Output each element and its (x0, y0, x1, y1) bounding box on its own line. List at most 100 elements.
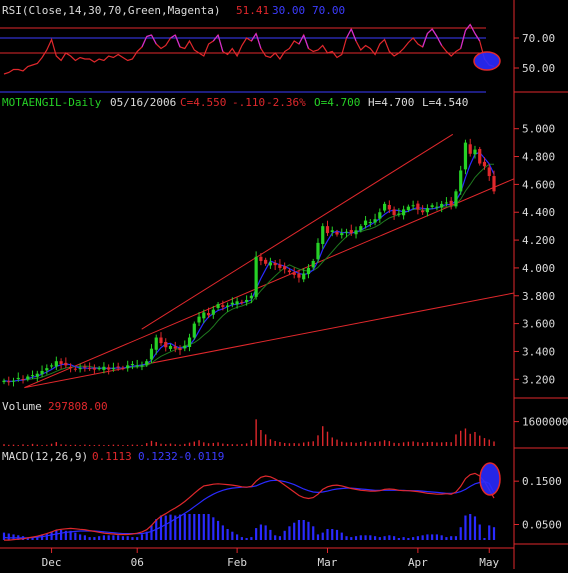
candle-body (7, 381, 11, 383)
candle-body (321, 226, 325, 244)
x-tick-label: May (479, 556, 499, 569)
rsi-overbought-segment (174, 34, 181, 48)
candle-body (249, 295, 253, 299)
candle-body (83, 366, 87, 368)
candle-body (311, 260, 315, 268)
x-tick-label: Feb (227, 556, 247, 569)
candle-body (454, 191, 458, 207)
rsi-overbought-segment (474, 33, 481, 42)
candle-body (478, 149, 482, 164)
candle-body (316, 242, 320, 260)
rsi-line (3, 23, 495, 75)
candle-body (392, 209, 396, 216)
rsi-overbought-segment (298, 34, 305, 45)
rsi-tick-label: 50.00 (522, 62, 555, 75)
candle-body (116, 366, 120, 368)
rsi-overbought-segment (469, 24, 476, 34)
candle-body (235, 301, 239, 305)
candle-body (107, 367, 111, 370)
candle-body (54, 361, 58, 367)
candle-body (468, 144, 472, 154)
candle-body (402, 209, 406, 216)
candle-body (149, 348, 154, 360)
price-tick-label: 5.000 (522, 123, 555, 136)
candle-body (40, 370, 44, 375)
rsi-overbought-segment (250, 33, 257, 42)
candle-body (444, 202, 449, 204)
candle-body (173, 346, 177, 349)
rsi-overbought-segment (217, 34, 224, 52)
candle-body (92, 368, 96, 370)
volume-tick-label: 1600000 (522, 416, 568, 429)
price-low: L=4.540 (422, 96, 468, 109)
rsi-overbought-segment (460, 30, 467, 49)
price-change: -.110 (232, 96, 265, 109)
volume-label: Volume (2, 400, 42, 413)
candle-body (35, 373, 39, 377)
candle-body (187, 337, 192, 347)
rsi-overbought-segment (350, 28, 357, 42)
candle-body (354, 230, 358, 235)
candle-body (482, 161, 487, 167)
candle-body (449, 200, 453, 206)
candle-body (192, 323, 196, 338)
candle-body (487, 167, 491, 177)
rsi-label: RSI(Close,14,30,70,Green,Magenta) (2, 4, 221, 17)
rsi-overbought-segment (150, 34, 157, 45)
candle-body (416, 203, 420, 210)
candle-body (264, 259, 268, 264)
rsi-overbought-level: 70.00 (312, 4, 345, 17)
candle-body (216, 304, 220, 309)
price-high: H=4.700 (368, 96, 414, 109)
candle-body (344, 231, 349, 233)
candle-body (154, 337, 158, 350)
macd-value: 0.1113 (92, 450, 132, 463)
price-change-pct: -2.36% (266, 96, 306, 109)
candle-body (88, 367, 92, 369)
candle-body (16, 377, 20, 380)
candle-body (335, 232, 339, 235)
candle-body (11, 380, 16, 382)
candle-body (140, 365, 144, 367)
rsi-value: 51.41 (236, 4, 269, 17)
price-tick-label: 4.000 (522, 262, 555, 275)
candle-body (259, 256, 263, 261)
price-ma-fast (3, 151, 495, 383)
candle-body (397, 213, 401, 215)
macd-signal-value: 0.1232 (138, 450, 178, 463)
price-trendline (24, 178, 515, 389)
candle-body (97, 368, 101, 370)
candle-body (135, 365, 139, 367)
candle-body (340, 233, 344, 236)
candle-body (30, 375, 35, 377)
candle-body (49, 365, 54, 367)
macd-tick-label: 0.1500 (522, 475, 562, 488)
candle-body (59, 361, 63, 364)
candle-body (463, 142, 468, 170)
macd-tick-label: 0.0500 (522, 519, 562, 532)
candle-body (492, 176, 496, 192)
candle-body (240, 301, 244, 303)
price-tick-label: 4.800 (522, 151, 555, 164)
candle-body (45, 368, 49, 371)
candle-body (292, 272, 296, 275)
rsi-overbought-segment (431, 28, 438, 37)
candle-body (130, 363, 135, 365)
candle-body (197, 316, 201, 323)
volume-value: 297808.00 (48, 400, 108, 413)
candle-body (21, 379, 25, 381)
x-tick-label: 06 (131, 556, 144, 569)
candle-body (349, 230, 353, 234)
price-tick-label: 3.800 (522, 290, 555, 303)
rsi-tick-label: 70.00 (522, 32, 555, 45)
price-close: C=4.550 (180, 96, 226, 109)
candle-body (359, 226, 363, 231)
candle-body (206, 313, 211, 316)
x-tick-label: Mar (318, 556, 338, 569)
price-tick-label: 3.400 (522, 345, 555, 358)
price-symbol: MOTAENGIL-Daily (2, 96, 102, 109)
candle-body (368, 221, 372, 223)
price-trendline (141, 133, 454, 330)
candle-body (473, 149, 477, 155)
price-tick-label: 4.400 (522, 206, 555, 219)
